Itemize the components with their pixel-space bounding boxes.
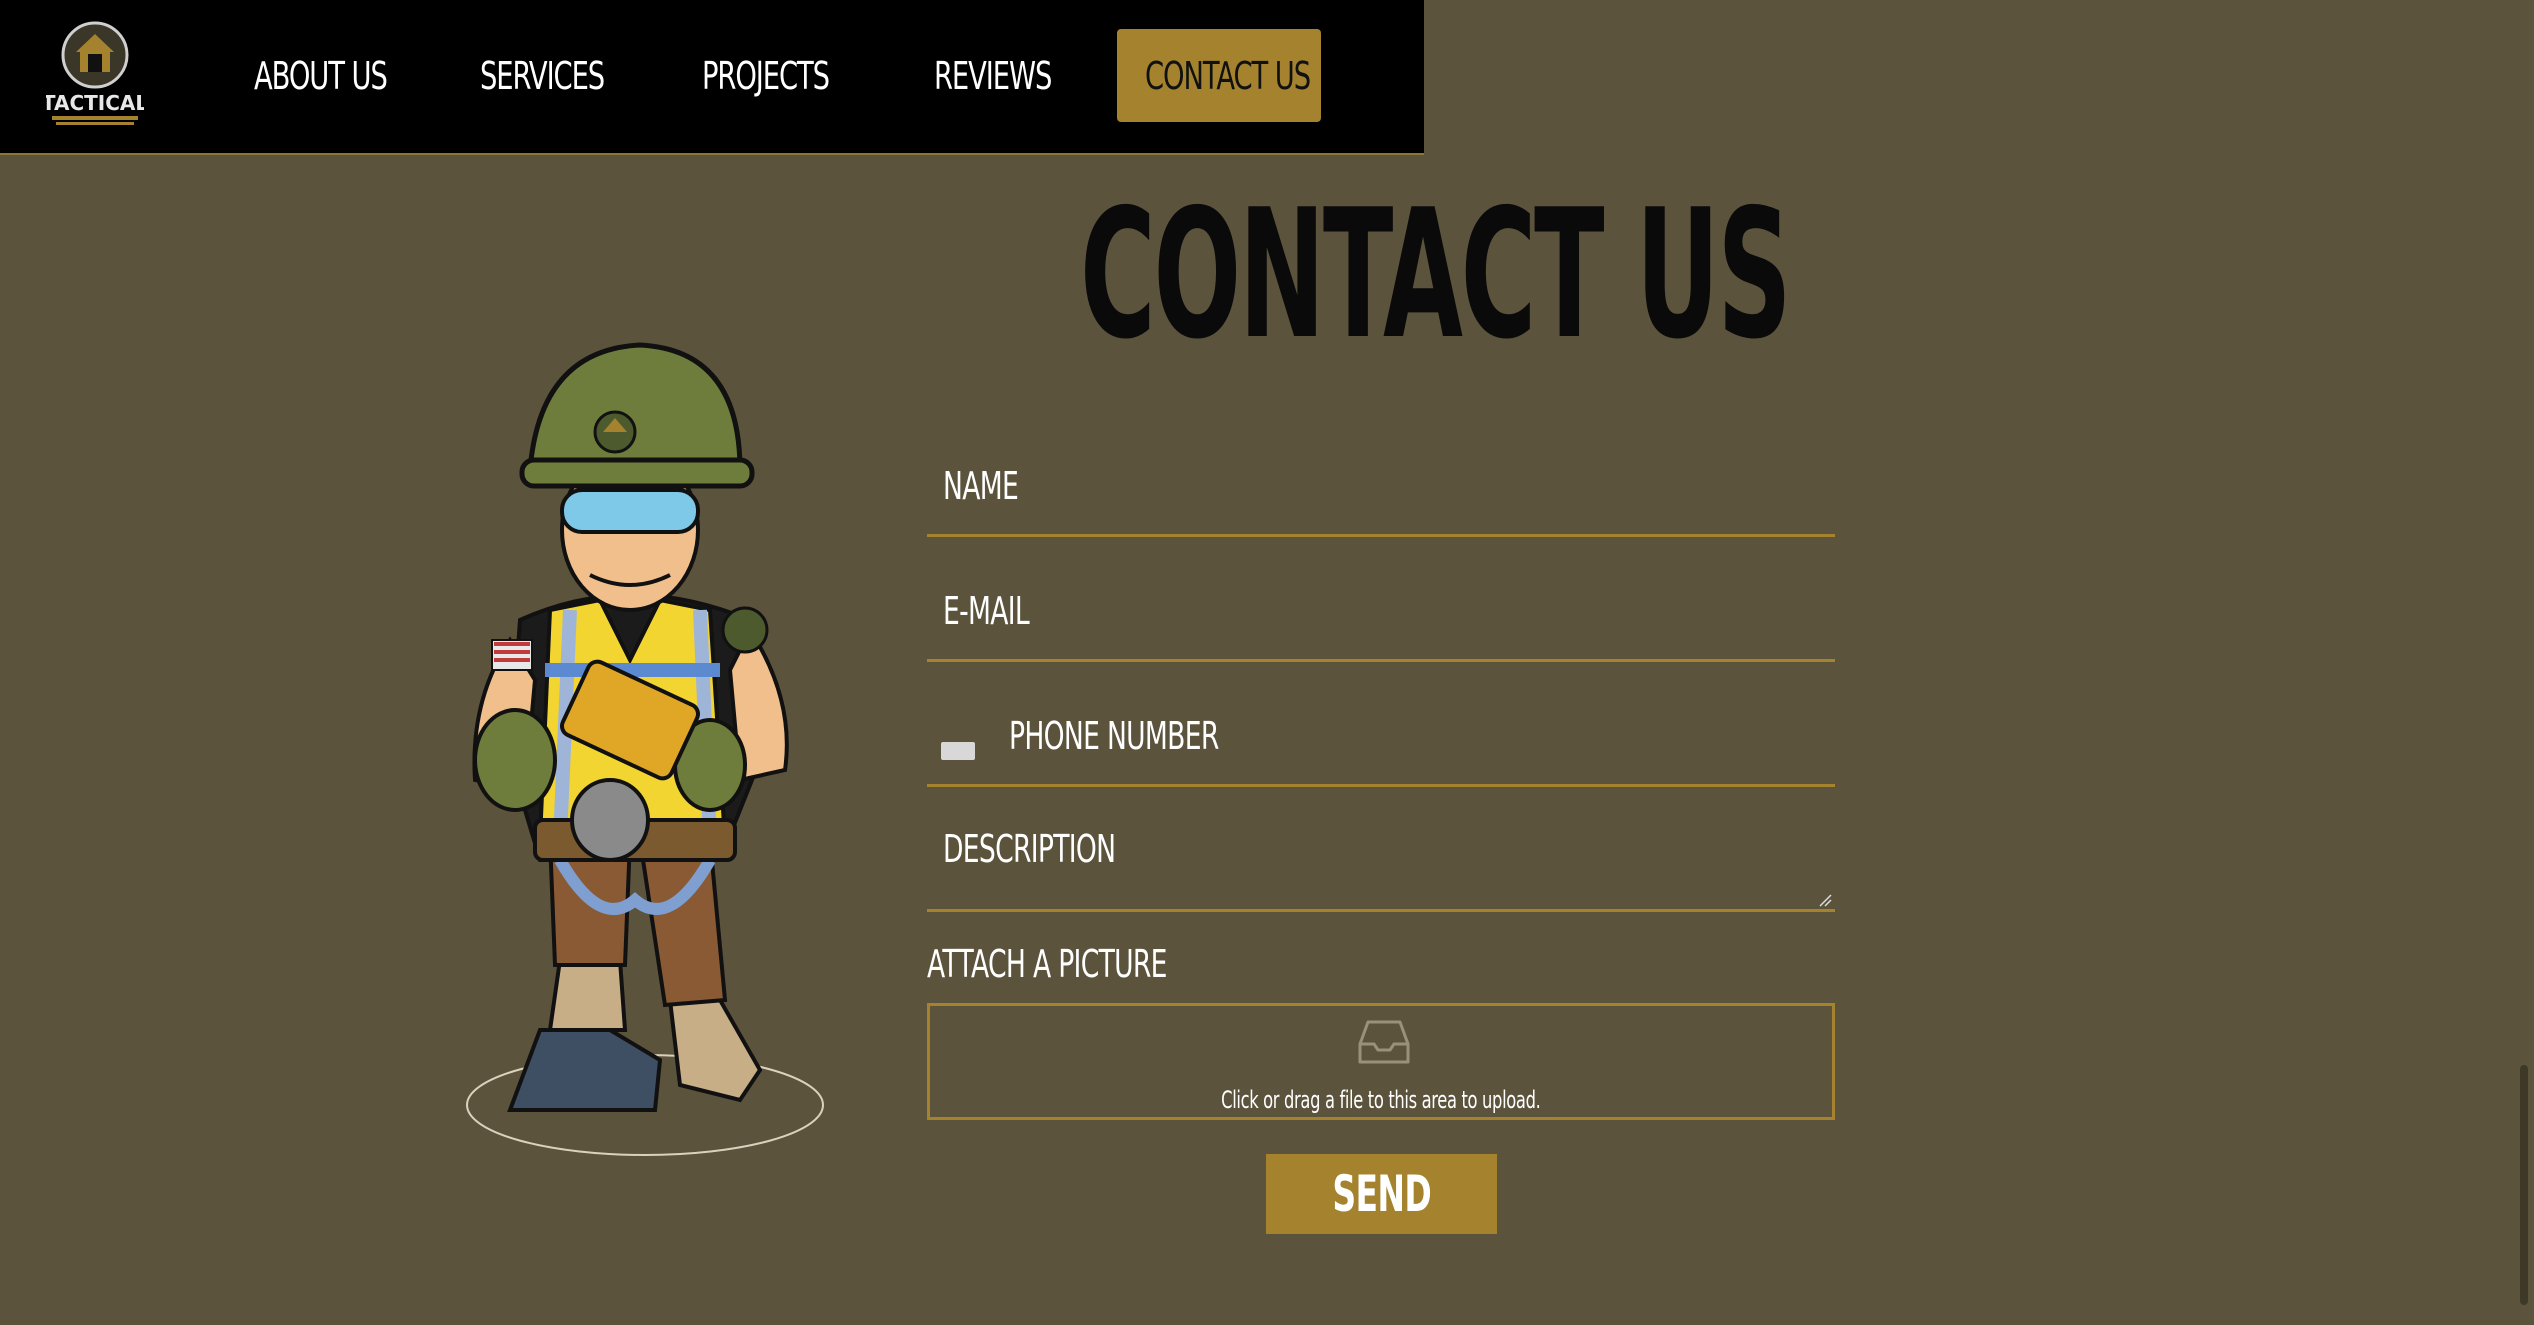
phone-field[interactable]: PHONE NUMBER [927, 687, 1835, 787]
email-field[interactable]: E-MAIL [927, 562, 1835, 662]
logo-text: TACTICAL [46, 91, 144, 115]
mascot-illustration [466, 342, 824, 1156]
flag-patch-icon [494, 642, 530, 662]
upload-hint-label: Click or drag a file to this area to upl… [1221, 1086, 1541, 1114]
send-button[interactable]: SEND [1266, 1154, 1497, 1234]
nav-contact-button[interactable]: CONTACT US [1117, 29, 1321, 122]
navbar: TACTICAL ABOUT US SERVICES PROJECTS REVI… [0, 0, 1424, 155]
name-field[interactable]: NAME [927, 437, 1835, 537]
resize-grip-icon[interactable] [1818, 893, 1832, 907]
logo[interactable]: TACTICAL [42, 20, 148, 128]
name-input[interactable] [927, 437, 1835, 534]
page-scrollbar[interactable] [2520, 1065, 2528, 1305]
attach-label: ATTACH A PICTURE [927, 942, 1167, 986]
description-textarea[interactable] [927, 812, 1835, 909]
page-title: CONTACT US [1080, 171, 1792, 378]
description-field[interactable]: DESCRIPTION [927, 812, 1835, 912]
nav-link-projects[interactable]: PROJECTS [702, 46, 830, 106]
phone-input[interactable] [927, 687, 1835, 784]
upload-inbox-icon [1358, 1020, 1410, 1064]
send-button-text: SEND [1332, 1165, 1431, 1223]
logo-icon: TACTICAL [42, 21, 148, 125]
nav-link-reviews[interactable]: REVIEWS [934, 46, 1052, 106]
nav-link-services[interactable]: SERVICES [480, 46, 605, 106]
page: TACTICAL ABOUT US SERVICES PROJECTS REVI… [0, 0, 2534, 1325]
nav-link-about[interactable]: ABOUT US [254, 46, 388, 106]
nav-contact-label: CONTACT US [1145, 54, 1311, 98]
email-input[interactable] [927, 562, 1835, 659]
send-button-label: SEND [1266, 1154, 1497, 1234]
upload-hint-text: Click or drag a file to this area to upl… [930, 1086, 1832, 1114]
upload-dropzone[interactable]: Click or drag a file to this area to upl… [927, 1003, 1835, 1120]
